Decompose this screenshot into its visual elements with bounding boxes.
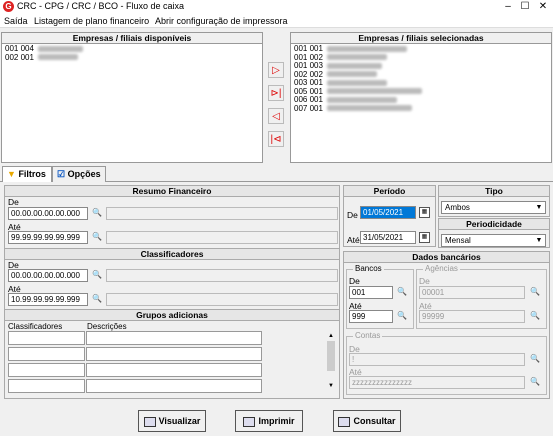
available-header: Empresas / filiais disponíveis	[2, 33, 262, 44]
search-icon[interactable]: 🔍	[90, 293, 104, 306]
grid-cell[interactable]	[8, 347, 85, 361]
grid-cell[interactable]	[8, 331, 85, 345]
available-list[interactable]: Empresas / filiais disponíveis 001 004 0…	[1, 32, 263, 163]
bancos-de-label: De	[349, 276, 360, 286]
minimize-button[interactable]: –	[500, 0, 516, 14]
search-icon[interactable]: 🔍	[395, 310, 409, 323]
list-item[interactable]: 002 001	[5, 53, 259, 63]
resumo-de-label: De	[8, 197, 19, 207]
app-logo-icon: G	[3, 1, 14, 12]
contas-legend: Contas	[353, 331, 383, 340]
list-item[interactable]: 003 001	[294, 78, 548, 88]
search-icon[interactable]: 🔍	[528, 353, 542, 366]
selected-list[interactable]: Empresas / filiais selecionadas 001 001 …	[290, 32, 552, 163]
chevron-down-icon[interactable]: ▼	[533, 202, 545, 213]
add-all-button[interactable]: ⊳|	[268, 85, 284, 101]
tab-filtros[interactable]: ▼ Filtros	[2, 166, 52, 182]
periodo-de-input[interactable]: 01/05/2021	[360, 206, 416, 219]
menu-bar: Saída Listagem de plano financeiro Abrir…	[0, 14, 553, 28]
grid-cell[interactable]	[86, 347, 262, 361]
scroll-down-icon[interactable]: ▼	[326, 383, 336, 389]
calendar-icon[interactable]: ▦	[419, 232, 430, 243]
agencias-ate-input[interactable]: 99999	[419, 310, 525, 323]
search-icon[interactable]: 🔍	[528, 286, 542, 299]
menu-saida[interactable]: Saída	[4, 16, 28, 26]
bancos-de-input[interactable]: 001	[349, 286, 393, 299]
periodo-ate-input[interactable]: 31/05/2021	[360, 231, 416, 244]
query-icon	[338, 416, 351, 427]
printer-icon	[243, 416, 256, 427]
class-ate-desc	[106, 293, 338, 306]
grid-cell[interactable]	[86, 363, 262, 377]
tipo-select[interactable]: Ambos ▼	[441, 201, 546, 214]
class-de-input[interactable]: 00.00.00.00.00.000	[8, 269, 88, 282]
close-button[interactable]: ✕	[535, 0, 551, 14]
contas-de-input[interactable]: !	[349, 353, 525, 366]
menu-listagem[interactable]: Listagem de plano financeiro	[34, 16, 149, 26]
class-de-desc	[106, 269, 338, 282]
grid-cell[interactable]	[86, 331, 262, 345]
periodicidade-select[interactable]: Mensal ▼	[441, 234, 546, 247]
tipo-header: Tipo	[439, 186, 549, 197]
resumo-de-desc	[106, 207, 338, 220]
remove-arrow-button[interactable]: ◁	[268, 108, 284, 124]
list-item[interactable]: 001 003	[294, 61, 548, 71]
title-bar: G CRC - CPG / CRC / BCO - Fluxo de caixa…	[0, 0, 553, 14]
grupos-scrollbar[interactable]: ▲ ▼	[326, 333, 336, 395]
contas-ate-input[interactable]: zzzzzzzzzzzzzzz	[349, 376, 525, 389]
tab-opcoes[interactable]: ☑ Opções	[52, 166, 106, 182]
list-item[interactable]: 002 002	[294, 70, 548, 80]
list-item[interactable]: 007 001	[294, 104, 548, 114]
list-item[interactable]: 006 001	[294, 95, 548, 105]
class-ate-input[interactable]: 10.99.99.99.99.999	[8, 293, 88, 306]
grid-cell[interactable]	[8, 379, 85, 393]
filter-icon: ▼	[7, 169, 16, 179]
calendar-icon[interactable]: ▦	[419, 207, 430, 218]
selected-header: Empresas / filiais selecionadas	[291, 33, 551, 44]
visualizar-button[interactable]: Visualizar	[138, 410, 206, 432]
dados-header: Dados bancários	[344, 252, 549, 263]
search-icon[interactable]: 🔍	[528, 310, 542, 323]
search-icon[interactable]: 🔍	[528, 376, 542, 389]
list-item[interactable]: 001 004	[5, 44, 259, 54]
checkbox-icon: ☑	[57, 169, 66, 179]
window-title: CRC - CPG / CRC / BCO - Fluxo de caixa	[17, 1, 185, 11]
resumo-ate-input[interactable]: 99.99.99.99.99.999	[8, 231, 88, 244]
classificadores-header: Classificadores	[5, 249, 339, 260]
imprimir-button[interactable]: Imprimir	[235, 410, 303, 432]
scroll-up-icon[interactable]: ▲	[326, 333, 336, 339]
agencias-de-label: De	[419, 276, 430, 286]
periodo-header: Período	[344, 186, 435, 197]
search-icon[interactable]: 🔍	[90, 231, 104, 244]
bancos-legend: Bancos	[353, 264, 384, 273]
maximize-button[interactable]: ☐	[517, 0, 533, 14]
bancos-ate-input[interactable]: 999	[349, 310, 393, 323]
add-arrow-button[interactable]: ▷	[268, 62, 284, 78]
periodo-de-label: De	[347, 210, 358, 220]
grupos-header: Grupos adicionas	[5, 310, 339, 321]
monitor-icon	[143, 416, 156, 427]
agencias-legend: Agências	[423, 264, 460, 273]
grid-cell[interactable]	[86, 379, 262, 393]
resumo-de-input[interactable]: 00.00.00.00.00.000	[8, 207, 88, 220]
search-icon[interactable]: 🔍	[395, 286, 409, 299]
agencias-de-input[interactable]: 00001	[419, 286, 525, 299]
periodo-ate-label: Até	[347, 235, 360, 245]
search-icon[interactable]: 🔍	[90, 207, 104, 220]
grupos-col2-header: Descrições	[87, 322, 127, 331]
search-icon[interactable]: 🔍	[90, 269, 104, 282]
remove-all-button[interactable]: |⊲	[268, 131, 284, 147]
list-item[interactable]: 001 002	[294, 53, 548, 63]
list-item[interactable]: 005 001	[294, 87, 548, 97]
consultar-button[interactable]: Consultar	[333, 410, 401, 432]
grid-cell[interactable]	[8, 363, 85, 377]
scroll-thumb[interactable]	[327, 341, 335, 371]
menu-abrir-config[interactable]: Abrir configuração de impressora	[155, 16, 288, 26]
list-item[interactable]: 001 001	[294, 44, 548, 54]
grupos-col1-header: Classificadores	[8, 322, 63, 331]
chevron-down-icon[interactable]: ▼	[533, 235, 545, 246]
resumo-ate-desc	[106, 231, 338, 244]
periodicidade-header: Periodicidade	[439, 219, 549, 230]
resumo-header: Resumo Financeiro	[5, 186, 339, 197]
